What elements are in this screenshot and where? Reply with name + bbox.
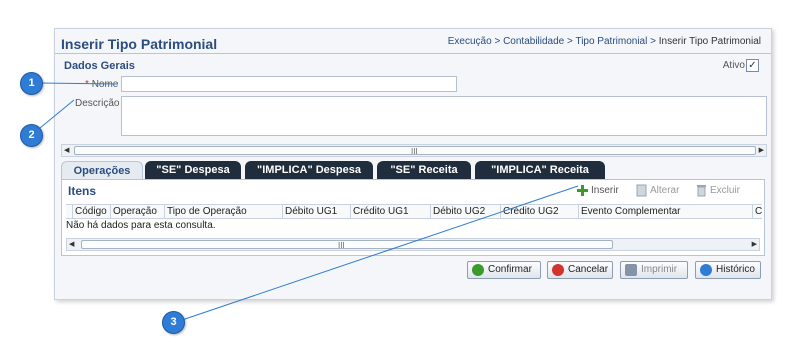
callout-line-2 xyxy=(39,99,75,129)
callout-1: 1 xyxy=(20,72,43,95)
callout-lines xyxy=(39,82,579,321)
callout-3: 3 xyxy=(162,311,185,334)
callout-line-3 xyxy=(181,185,579,321)
callout-2: 2 xyxy=(20,124,43,147)
callout-line-1 xyxy=(39,82,119,85)
